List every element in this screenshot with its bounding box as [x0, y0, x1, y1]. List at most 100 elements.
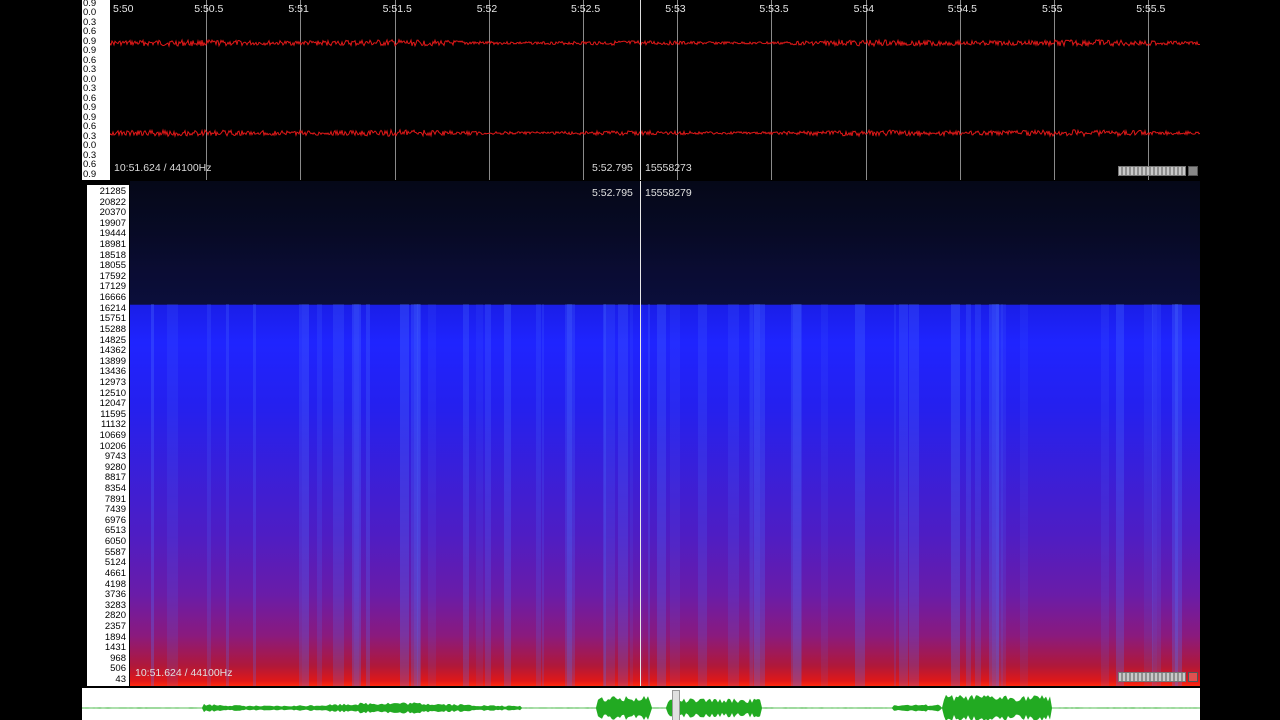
time-tick-label: 5:53 [665, 3, 686, 15]
spectrogram-corner-button-icon[interactable] [1188, 672, 1198, 682]
spectrogram-cursor-sample: 15558279 [645, 187, 692, 199]
amplitude-label: 0.9 [83, 45, 97, 57]
time-gridline [959, 0, 961, 180]
frequency-label: 4661 [104, 567, 126, 579]
frequency-label: 3736 [104, 589, 126, 601]
spectrogram-cursor[interactable] [640, 181, 641, 686]
cursor-sample-label: 15558273 [645, 162, 692, 174]
spectrogram-streak [618, 304, 628, 686]
frequency-label: 7439 [104, 504, 126, 516]
spectrogram-streak [989, 304, 999, 686]
frequency-label: 6976 [104, 514, 126, 526]
frequency-label: 1894 [104, 631, 126, 643]
time-gridline [677, 0, 679, 180]
frequency-label: 8354 [104, 483, 126, 495]
spectrogram-plot[interactable]: 5:52.795 15558279 10:51.624 / 44100Hz [130, 181, 1200, 686]
playback-cursor[interactable] [640, 0, 641, 180]
time-gridline [1148, 0, 1150, 180]
frequency-label: 17592 [99, 270, 126, 282]
frequency-label: 15751 [99, 313, 126, 325]
frequency-label: 9743 [104, 451, 126, 463]
frequency-label: 3283 [104, 599, 126, 611]
spectrogram-streak [333, 304, 344, 686]
amplitude-label: 0.6 [83, 121, 97, 133]
time-tick-label: 5:54.5 [947, 3, 977, 15]
spectrogram-streak [604, 304, 615, 686]
spectrogram-streak [463, 304, 469, 686]
spectrogram-streak [485, 304, 491, 686]
frequency-label: 17129 [99, 281, 126, 293]
frequency-label: 6050 [104, 536, 126, 548]
overview-panel[interactable] [82, 688, 1200, 720]
frequency-label: 21285 [99, 186, 126, 197]
frequency-label: 12510 [99, 387, 126, 399]
duration-rate-label: 10:51.624 / 44100Hz [114, 162, 212, 174]
spectrogram-streak [299, 304, 302, 686]
frequency-label: 16666 [99, 292, 126, 304]
spectrogram-energy [130, 304, 1200, 686]
frequency-axis: 21285 20822 20370 19907 19444 18981 18518 18055… [87, 185, 130, 686]
frequency-label: 20370 [99, 207, 126, 219]
waveform-plot[interactable]: 5:50 5:50.5 5:51 5:51.5 5:52 5:52.5 5:53 5:53.5… [110, 0, 1200, 180]
spectrogram-scroll-thumb-icon[interactable] [1118, 672, 1186, 682]
overview-position-marker[interactable] [672, 690, 680, 720]
spectrogram-streak [1157, 304, 1161, 686]
spectrogram-streak [821, 304, 828, 686]
waveform-channel-right[interactable] [110, 118, 1200, 148]
frequency-label: 4198 [104, 578, 126, 590]
cursor-time-label: 5:52.795 [592, 162, 633, 174]
frequency-label: 5124 [104, 557, 126, 569]
frequency-label: 43 [115, 674, 126, 685]
waveform-panel[interactable]: 0.9 0.0 0.3 0.6 0.9 0.9 0.6 0.3 0.0 0.3 0.6 0.9 0.9 0… [82, 0, 1200, 180]
audio-editor: 0.9 0.0 0.3 0.6 0.9 0.9 0.6 0.3 0.0 0.3 0.6 0.9 0.9 0… [82, 0, 1200, 720]
time-tick-label: 5:54 [853, 3, 875, 15]
spectrogram-streak [728, 304, 739, 686]
time-tick-label: 5:55.5 [1136, 3, 1166, 15]
spectrogram-streak [302, 304, 309, 686]
spectrogram-streak [749, 304, 753, 686]
spectrogram-streak [542, 304, 544, 686]
spectrogram-streak [966, 304, 971, 686]
time-tick-label: 5:50 [113, 3, 134, 15]
frequency-label: 11595 [100, 408, 126, 420]
time-tick-label: 5:51.5 [382, 3, 412, 15]
spectrogram-panel[interactable]: 21285 20822 20370 19907 19444 18981 18518 18055… [82, 181, 1200, 686]
frequency-label: 15288 [99, 323, 126, 335]
spectrogram-streak [1101, 304, 1109, 686]
time-gridline [488, 0, 490, 180]
amplitude-label: 0.6 [83, 159, 97, 171]
frequency-label: 2820 [104, 610, 126, 622]
time-gridline [865, 0, 867, 180]
frequency-label: 18518 [99, 249, 126, 261]
time-gridline [206, 0, 208, 180]
spectrogram-streak [630, 304, 633, 686]
spectrogram-streak [476, 304, 483, 686]
waveform-trace [110, 128, 1200, 138]
amplitude-label: 0.9 [83, 168, 97, 180]
frequency-label: 7891 [104, 493, 126, 505]
frequency-label: 9280 [104, 461, 126, 473]
corner-button-icon[interactable] [1188, 166, 1198, 176]
spectrogram-streak [352, 304, 361, 686]
waveform-channel-left[interactable] [110, 28, 1200, 58]
spectrogram-streak [1172, 304, 1182, 686]
amplitude-axis: 0.9 0.0 0.3 0.6 0.9 0.9 0.6 0.3 0.0 0.3 0.6 0.9 0.9 0… [82, 0, 110, 180]
spectrogram-streak [207, 304, 211, 686]
time-gridline [583, 0, 584, 180]
spectrogram-streak [317, 304, 322, 686]
frequency-label: 12047 [99, 398, 126, 410]
time-tick-label: 5:52.5 [571, 3, 601, 15]
spectrogram-streak [670, 304, 680, 686]
waveform-scroll-thumb-icon[interactable] [1118, 166, 1186, 176]
spectrogram-streak [975, 304, 981, 686]
spectrogram-streak [428, 304, 436, 686]
frequency-label: 19444 [99, 228, 126, 240]
spectrogram-streak [366, 304, 370, 686]
waveform-trace [110, 38, 1200, 48]
frequency-label: 14825 [99, 334, 126, 346]
frequency-label: 13899 [99, 355, 126, 367]
time-ruler[interactable]: 5:50 5:50.5 5:51 5:51.5 5:52 5:52.5 5:53 5:53.5… [110, 0, 1200, 16]
frequency-label: 13436 [99, 366, 126, 378]
overview-waveform[interactable] [82, 688, 1200, 720]
spectrogram-streak [1001, 304, 1006, 686]
